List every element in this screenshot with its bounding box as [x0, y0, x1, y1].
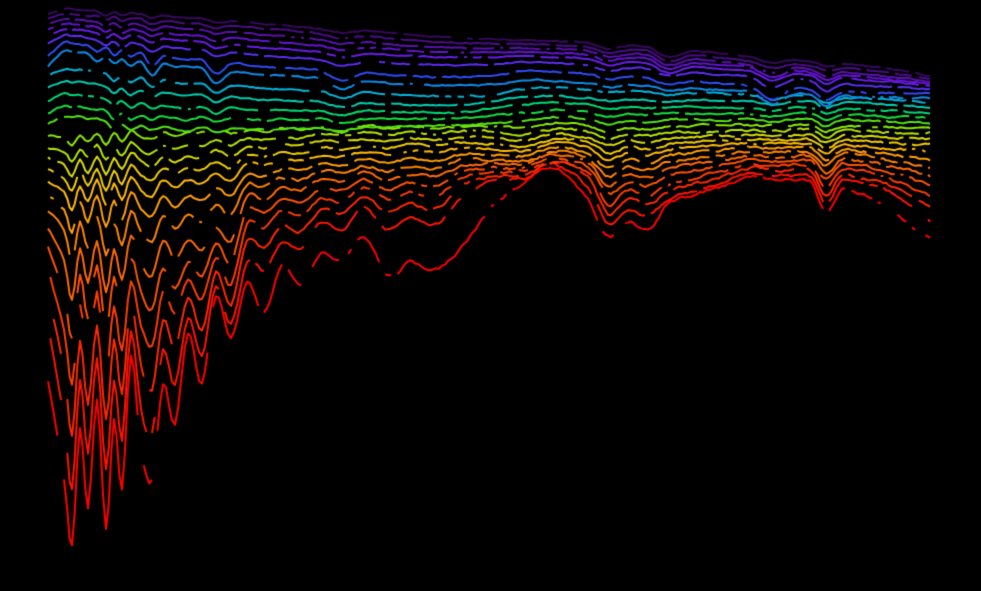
stellar-spectra-chart [0, 0, 981, 591]
spectral-sequence-figure [0, 0, 981, 591]
